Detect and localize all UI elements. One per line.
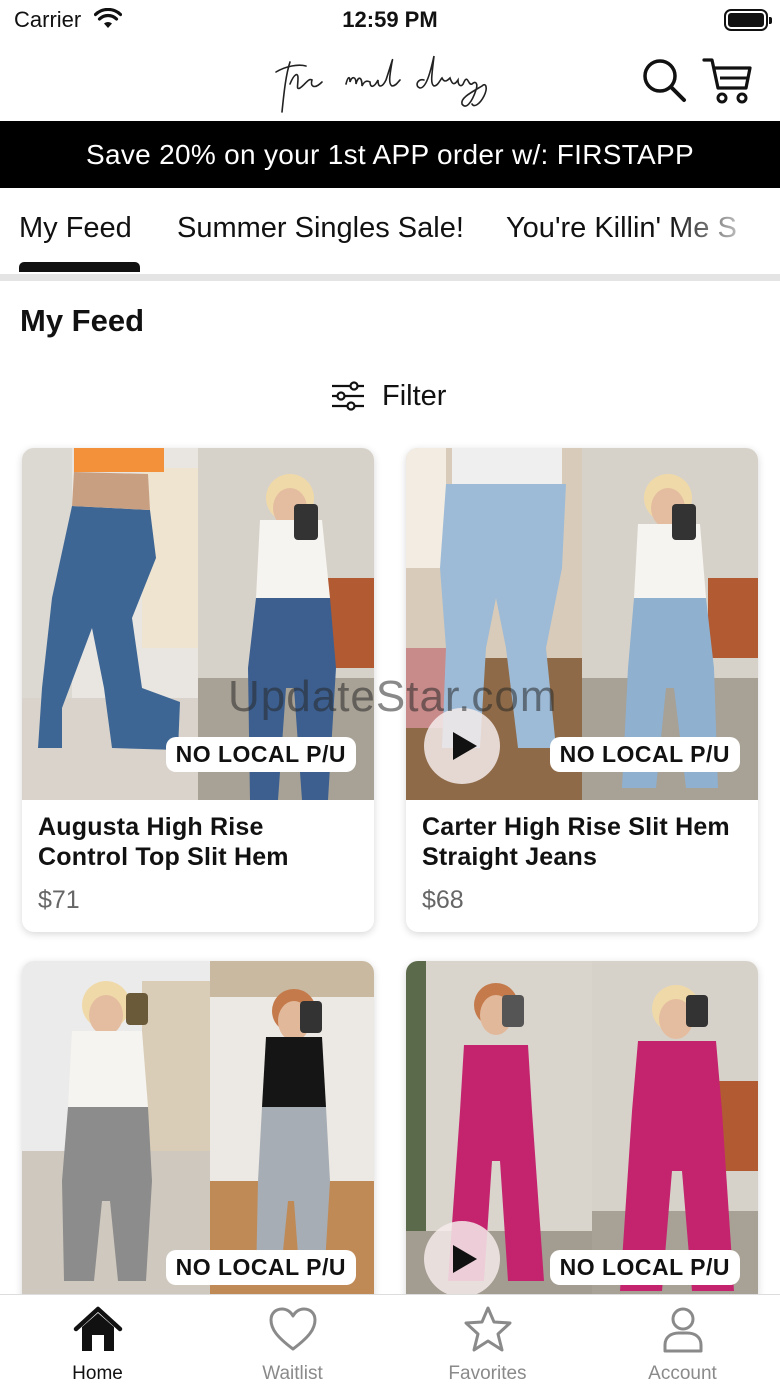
nav-account-label: Account (648, 1363, 717, 1384)
heart-icon (269, 1307, 317, 1351)
play-icon (453, 1245, 477, 1273)
promo-banner[interactable]: Save 20% on your 1st APP order w/: FIRST… (0, 121, 780, 188)
play-icon (453, 732, 477, 760)
sliders-icon (332, 381, 364, 411)
nav-account[interactable]: Account (585, 1295, 780, 1387)
page-title: My Feed (20, 303, 145, 338)
product-image[interactable]: NO LOCAL P/U (22, 448, 374, 800)
nav-home-label: Home (72, 1363, 123, 1384)
nav-waitlist[interactable]: Waitlist (195, 1295, 390, 1387)
battery-icon (724, 9, 772, 31)
product-image[interactable]: NO LOCAL P/U (406, 961, 758, 1313)
product-price: $71 (38, 886, 80, 914)
no-local-pickup-badge: NO LOCAL P/U (549, 737, 740, 772)
nav-waitlist-label: Waitlist (262, 1363, 323, 1384)
nav-favorites-label: Favorites (448, 1363, 527, 1384)
product-image[interactable]: NO LOCAL P/U (406, 448, 758, 800)
active-tab-indicator (19, 262, 140, 272)
brand-logo[interactable] (272, 44, 502, 118)
filter-label: Filter (382, 379, 447, 412)
no-local-pickup-badge: NO LOCAL P/U (165, 737, 356, 772)
app-header (0, 40, 780, 121)
product-title[interactable]: Carter High Rise Slit Hem Straight Jeans (422, 812, 744, 872)
cart-icon[interactable] (702, 54, 754, 106)
product-card[interactable]: NO LOCAL P/U Augusta High Rise Control T… (22, 448, 374, 932)
product-price: $68 (422, 886, 464, 914)
play-video-button[interactable] (424, 1221, 500, 1297)
tab-my-feed[interactable]: My Feed (19, 212, 132, 245)
nav-favorites[interactable]: Favorites (390, 1295, 585, 1387)
product-card[interactable]: NO LOCAL P/U Carter High Rise Slit Hem S… (406, 448, 758, 932)
product-image[interactable]: NO LOCAL P/U (22, 961, 374, 1313)
tabs-divider (0, 274, 780, 281)
play-video-button[interactable] (424, 708, 500, 784)
nav-home[interactable]: Home (0, 1295, 195, 1387)
no-local-pickup-badge: NO LOCAL P/U (165, 1250, 356, 1285)
promo-text: Save 20% on your 1st APP order w/: FIRST… (86, 138, 694, 170)
product-title[interactable]: Augusta High Rise Control Top Slit Hem (38, 812, 360, 872)
status-bar: Carrier 12:59 PM (0, 0, 780, 40)
search-icon[interactable] (640, 56, 688, 104)
tab-summer-singles-sale[interactable]: Summer Singles Sale! (177, 212, 464, 245)
bottom-nav: Home Waitlist Favorites Account (0, 1294, 780, 1387)
home-icon (73, 1306, 123, 1351)
star-icon (464, 1306, 512, 1352)
filter-button[interactable]: Filter (330, 376, 446, 416)
user-icon (663, 1307, 703, 1353)
no-local-pickup-badge: NO LOCAL P/U (549, 1250, 740, 1285)
clock: 12:59 PM (342, 7, 438, 32)
category-tabs: My Feed Summer Singles Sale! You're Kill… (0, 188, 780, 276)
